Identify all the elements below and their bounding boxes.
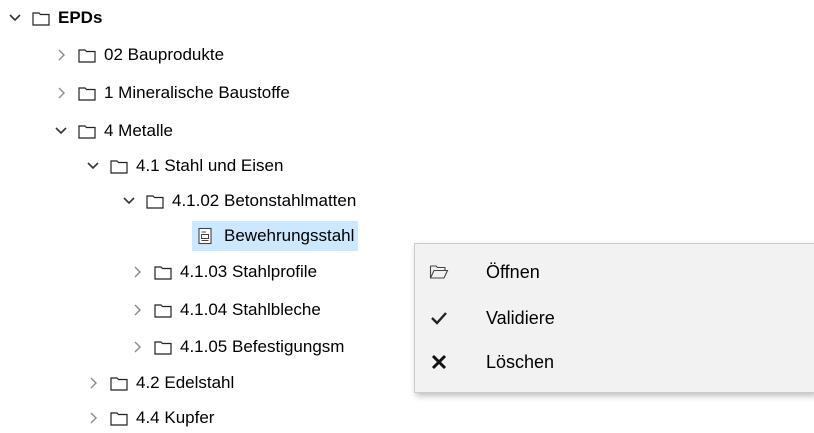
folder-icon <box>110 158 128 174</box>
tree-node-4-1-02-betonstahlmatten[interactable]: 4.1.02 Betonstahlmatten <box>120 186 356 216</box>
chevron-down-icon[interactable] <box>52 122 70 140</box>
tree-node-label: 4.4 Kupfer <box>136 408 215 427</box>
tree-node-4-1-05-befestigungsmittel[interactable]: 4.1.05 Befestigungsm <box>128 332 344 362</box>
folder-icon <box>110 410 128 426</box>
chevron-right-icon[interactable] <box>128 301 146 319</box>
folder-icon <box>78 47 96 63</box>
tree-node-4-1-stahl-und-eisen[interactable]: 4.1 Stahl und Eisen <box>84 151 283 181</box>
tree-node-label: 4.1.03 Stahlprofile <box>180 262 318 281</box>
folder-icon <box>154 264 172 280</box>
tree-node-label: Bewehrungsstahl <box>224 226 355 245</box>
menu-item-open[interactable]: Öffnen <box>415 250 813 294</box>
menu-item-label: Löschen <box>486 351 555 372</box>
chevron-right-icon[interactable] <box>128 263 146 281</box>
menu-item-label: Validiere <box>486 307 555 328</box>
tree-node-4-metalle[interactable]: 4 Metalle <box>52 116 173 146</box>
folder-icon <box>146 193 164 209</box>
chevron-right-icon[interactable] <box>84 409 102 427</box>
tree-node-4-1-03-stahlprofile[interactable]: 4.1.03 Stahlprofile <box>128 257 317 287</box>
chevron-down-icon[interactable] <box>6 9 24 27</box>
tree-node-label: 02 Bauprodukte <box>104 45 225 64</box>
tree-node-label: 4.1.04 Stahlbleche <box>180 300 321 319</box>
menu-item-validate[interactable]: Validiere <box>415 296 813 340</box>
folder-icon <box>78 123 96 139</box>
chevron-down-icon[interactable] <box>120 192 138 210</box>
chevron-down-icon[interactable] <box>84 157 102 175</box>
document-icon <box>196 227 214 245</box>
tree-node-4-2-edelstahl[interactable]: 4.2 Edelstahl <box>84 368 234 398</box>
chevron-right-icon[interactable] <box>128 338 146 356</box>
folder-icon <box>110 375 128 391</box>
folder-icon <box>32 10 50 26</box>
tree-node-label: 4.1.02 Betonstahlmatten <box>172 191 357 210</box>
delete-x-icon <box>429 352 449 372</box>
tree-node-label: 4 Metalle <box>104 121 173 140</box>
folder-icon <box>78 85 96 101</box>
folder-icon <box>154 302 172 318</box>
tree-node-02-bauprodukte[interactable]: 02 Bauprodukte <box>52 40 224 70</box>
chevron-right-icon[interactable] <box>52 84 70 102</box>
folder-open-icon <box>429 262 449 282</box>
chevron-right-icon[interactable] <box>84 374 102 392</box>
chevron-right-icon[interactable] <box>52 46 70 64</box>
menu-item-label: Öffnen <box>486 261 540 282</box>
tree-node-bewehrungsstahl[interactable]: Bewehrungsstahl <box>192 221 359 251</box>
folder-icon <box>154 339 172 355</box>
tree-node-label: EPDs <box>58 8 103 27</box>
tree-node-4-4-kupfer[interactable]: 4.4 Kupfer <box>84 403 214 433</box>
tree-node-4-1-04-stahlbleche[interactable]: 4.1.04 Stahlbleche <box>128 295 321 325</box>
context-menu: Öffnen Validiere Löschen <box>414 243 814 393</box>
tree-node-label: 1 Mineralische Baustoffe <box>104 83 290 102</box>
tree-node-mineralische-baustoffe[interactable]: 1 Mineralische Baustoffe <box>52 78 290 108</box>
menu-item-delete[interactable]: Löschen <box>415 340 813 384</box>
checkmark-icon <box>429 308 449 328</box>
tree-node-label: 4.1.05 Befestigungsm <box>180 337 345 356</box>
tree-node-label: 4.2 Edelstahl <box>136 373 235 392</box>
tree-node-label: 4.1 Stahl und Eisen <box>136 156 284 175</box>
tree-node-epds[interactable]: EPDs <box>6 3 102 33</box>
